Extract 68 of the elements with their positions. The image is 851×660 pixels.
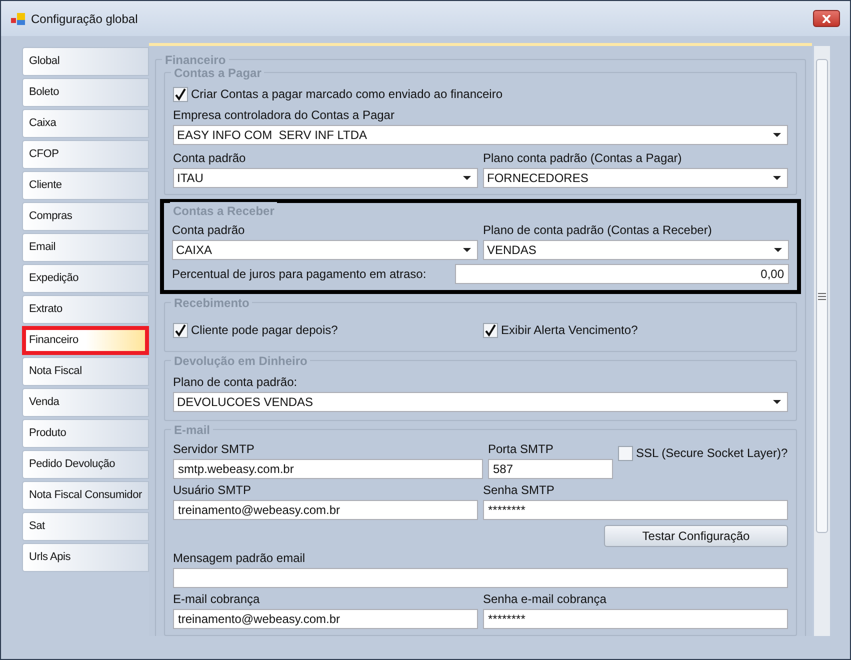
field-label: Senha e-mail cobrança — [483, 592, 608, 606]
dropdown-caret-icon — [773, 176, 781, 180]
checkbox-label: Criar Contas a pagar marcado como enviado ao financeiro — [191, 86, 503, 103]
checkbox-label: Exibir Alerta Vencimento? — [501, 322, 638, 339]
sidebar-tab[interactable]: Cliente — [22, 171, 149, 200]
window-title: Configuração global — [31, 10, 138, 28]
scrollbar[interactable] — [814, 46, 830, 636]
checkbox[interactable] — [618, 446, 633, 460]
field-label: Plano de conta padrão: — [173, 375, 298, 389]
test-configuration-button[interactable]: Testar Configuração — [604, 525, 788, 547]
field-label: Conta padrão — [172, 223, 246, 237]
sidebar-tab[interactable]: Global — [22, 47, 149, 76]
sidebar-tab[interactable]: Nota Fiscal — [22, 357, 149, 386]
field-label: Mensagem padrão email — [173, 551, 306, 565]
checkbox[interactable] — [173, 322, 188, 338]
scrollbar-thumb[interactable] — [816, 59, 828, 533]
sidebar-tab[interactable]: Sat — [22, 512, 149, 541]
sidebar-tab[interactable]: Pedido Devolução — [22, 450, 149, 479]
sidebar-tab[interactable]: Financeiro — [22, 326, 149, 355]
dropdown[interactable]: FORNECEDORES — [483, 168, 788, 188]
field-label: Empresa controladora do Contas a Pagar — [173, 108, 396, 122]
sidebar-tab[interactable]: Expedição — [22, 264, 149, 293]
grip-icon — [818, 292, 826, 300]
text-field[interactable]: ******** — [483, 500, 788, 520]
field-label: E-mail cobrança — [173, 592, 261, 606]
dropdown-caret-icon — [773, 133, 781, 137]
dropdown[interactable]: CAIXA — [172, 240, 478, 260]
text-field[interactable]: 0,00 — [455, 264, 789, 284]
sidebar-tab[interactable]: Produto — [22, 419, 149, 448]
field-label: Usuário SMTP — [173, 483, 252, 497]
sidebar-tab[interactable]: Venda — [22, 388, 149, 417]
sidebar-tab[interactable]: Boleto — [22, 78, 149, 107]
checkbox-label: Cliente pode pagar depois? — [191, 322, 338, 339]
field-label: Porta SMTP — [488, 442, 554, 456]
dropdown-caret-icon — [773, 400, 781, 404]
checkbox[interactable] — [173, 86, 188, 102]
sidebar-tab[interactable]: Nota Fiscal Consumidor — [22, 481, 149, 510]
group-title: Contas a Pagar — [171, 64, 264, 82]
dropdown-caret-icon — [774, 248, 782, 252]
dropdown[interactable]: EASY INFO COM SERV INF LTDA — [173, 125, 788, 145]
text-field[interactable]: treinamento@webeasy.com.br — [173, 609, 478, 629]
text-field[interactable] — [173, 568, 788, 588]
field-label: Senha SMTP — [483, 483, 556, 497]
sidebar-tab[interactable]: Urls Apis — [22, 543, 149, 572]
sidebar-tab[interactable]: Caixa — [22, 109, 149, 138]
field-label: Servidor SMTP — [173, 442, 256, 456]
dropdown[interactable]: VENDAS — [483, 240, 789, 260]
checkbox-label: SSL (Secure Socket Layer)? — [636, 445, 788, 462]
dropdown-caret-icon — [463, 176, 471, 180]
text-field[interactable]: ******** — [483, 609, 788, 629]
dropdown-caret-icon — [463, 248, 471, 252]
dropdown[interactable]: ITAU — [173, 168, 478, 188]
sidebar-tab[interactable]: Email — [22, 233, 149, 262]
sidebar-tab[interactable]: CFOP — [22, 140, 149, 169]
sidebar-tab[interactable]: Extrato — [22, 295, 149, 324]
text-field[interactable]: treinamento@webeasy.com.br — [173, 500, 478, 520]
field-label: Percentual de juros para pagamento em atraso: — [172, 267, 426, 281]
text-field[interactable]: 587 — [488, 459, 613, 479]
close-button[interactable] — [813, 10, 840, 27]
text-field[interactable]: smtp.webeasy.com.br — [173, 459, 483, 479]
checkbox[interactable] — [483, 322, 498, 338]
dropdown[interactable]: DEVOLUCOES VENDAS — [173, 392, 788, 412]
field-label: Plano conta padrão (Contas a Pagar) — [483, 151, 683, 165]
field-label: Conta padrão — [173, 151, 247, 165]
close-icon — [822, 14, 831, 22]
field-label: Plano de conta padrão (Contas a Receber) — [483, 223, 713, 237]
sidebar-tab[interactable]: Compras — [22, 202, 149, 231]
app-icon — [11, 12, 25, 24]
